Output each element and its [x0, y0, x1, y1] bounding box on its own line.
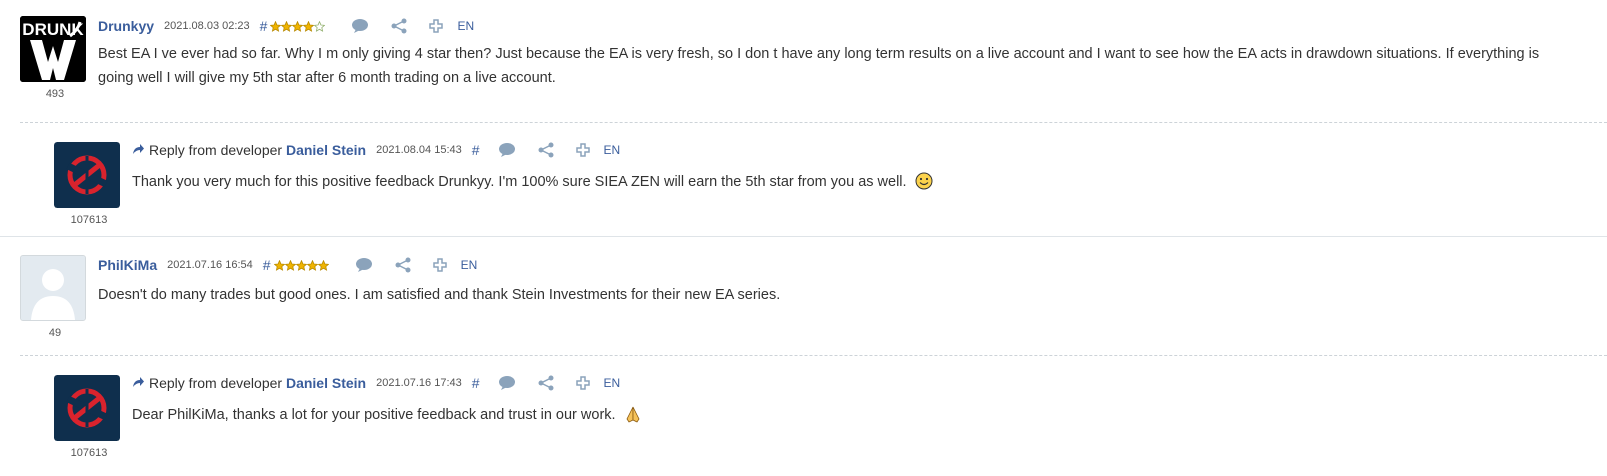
- review-date: 2021.07.16 16:54: [167, 259, 253, 271]
- share-icon[interactable]: [538, 375, 554, 391]
- avatar[interactable]: [20, 255, 86, 321]
- developer-avatar[interactable]: [54, 142, 120, 208]
- reply-label: Reply from developer: [149, 142, 283, 158]
- reply-date: 2021.08.04 15:43: [376, 144, 462, 156]
- reply-label: Reply from developer: [149, 375, 283, 391]
- developer-rating-count: 107613: [70, 447, 108, 459]
- star-rating: [273, 259, 329, 271]
- star-filled-icon: [284, 259, 296, 271]
- review-text: Best EA I ve ever had so far. Why I m on…: [98, 46, 1540, 86]
- share-icon[interactable]: [391, 18, 407, 34]
- reply-text-row: Thank you very much for this positive fe…: [132, 170, 1532, 194]
- review-meta: Drunkyy 2021.08.03 02:23 # EN: [98, 18, 474, 34]
- plus-icon[interactable]: [575, 143, 590, 157]
- reply-header: Reply from developer Daniel Stein: [132, 375, 366, 391]
- developer-logo-icon: [54, 375, 120, 441]
- share-icon[interactable]: [538, 142, 554, 158]
- developer-avatar-column: 107613: [54, 142, 124, 226]
- star-filled-icon: [273, 259, 285, 271]
- developer-name[interactable]: Daniel Stein: [286, 375, 366, 391]
- language-link[interactable]: EN: [461, 258, 478, 272]
- star-filled-icon: [295, 259, 307, 271]
- comment-icon[interactable]: [498, 375, 516, 391]
- reply-date: 2021.07.16 17:43: [376, 377, 462, 389]
- share-icon[interactable]: [395, 257, 411, 273]
- language-link[interactable]: EN: [457, 19, 474, 33]
- star-empty-icon: [314, 20, 326, 32]
- reviewer-name[interactable]: Drunkyy: [98, 18, 154, 34]
- reviewer-rating-count: 49: [48, 327, 62, 339]
- review-meta: PhilKiMa 2021.07.16 16:54 # EN: [98, 257, 477, 273]
- reply-text-row: Dear PhilKiMa, thanks a lot for your pos…: [132, 403, 1532, 427]
- plus-icon[interactable]: [429, 19, 444, 33]
- avatar[interactable]: DRUNK: [20, 16, 86, 82]
- reply-divider: [20, 355, 1607, 356]
- smiley-emoji-icon: [915, 172, 933, 190]
- reply-meta: Reply from developer Daniel Stein 2021.0…: [132, 142, 620, 158]
- reviewer-rating-count: 493: [45, 88, 65, 100]
- reviewer-avatar-column: 49: [20, 255, 90, 339]
- reply-header: Reply from developer Daniel Stein: [132, 142, 366, 158]
- review-date: 2021.08.03 02:23: [164, 20, 250, 32]
- reviewer-name[interactable]: PhilKiMa: [98, 257, 157, 273]
- star-filled-icon: [292, 20, 304, 32]
- review-text: Doesn't do many trades but good ones. I …: [98, 287, 781, 303]
- star-filled-icon: [281, 20, 293, 32]
- star-filled-icon: [270, 20, 282, 32]
- developer-avatar-column: 107613: [54, 375, 124, 459]
- comment-icon[interactable]: [498, 142, 516, 158]
- reply-text: Thank you very much for this positive fe…: [132, 174, 907, 190]
- star-filled-icon: [306, 259, 318, 271]
- reply-arrow-icon: [132, 143, 145, 155]
- developer-avatar[interactable]: [54, 375, 120, 441]
- comment-icon[interactable]: [351, 18, 369, 34]
- developer-rating-count: 107613: [70, 214, 108, 226]
- star-rating: [270, 20, 326, 32]
- permalink-hash[interactable]: #: [260, 18, 268, 34]
- comment-icon[interactable]: [355, 257, 373, 273]
- star-filled-icon: [317, 259, 329, 271]
- language-link[interactable]: EN: [604, 376, 621, 390]
- reply-arrow-icon: [132, 376, 145, 388]
- review-item: DRUNK 493 Drunkyy 2021.08.03 02:23 # EN …: [0, 0, 1607, 237]
- reply-text: Dear PhilKiMa, thanks a lot for your pos…: [132, 407, 616, 423]
- default-user-icon: [21, 256, 85, 320]
- developer-name[interactable]: Daniel Stein: [286, 142, 366, 158]
- plus-icon[interactable]: [575, 376, 590, 390]
- developer-logo-icon: [54, 142, 120, 208]
- reply-meta: Reply from developer Daniel Stein 2021.0…: [132, 375, 620, 391]
- reviewer-avatar-column: DRUNK 493: [20, 16, 90, 100]
- permalink-hash[interactable]: #: [263, 257, 271, 273]
- review-item: 49 PhilKiMa 2021.07.16 16:54 # EN Doesn'…: [0, 237, 1607, 476]
- reply-permalink-hash[interactable]: #: [472, 142, 480, 158]
- star-filled-icon: [303, 20, 315, 32]
- plus-icon[interactable]: [432, 258, 447, 272]
- praying-hands-emoji-icon: [624, 405, 642, 423]
- reply-permalink-hash[interactable]: #: [472, 375, 480, 391]
- language-link[interactable]: EN: [604, 143, 621, 157]
- reply-divider: [20, 122, 1607, 123]
- drunk-logo: DRUNK: [20, 16, 86, 82]
